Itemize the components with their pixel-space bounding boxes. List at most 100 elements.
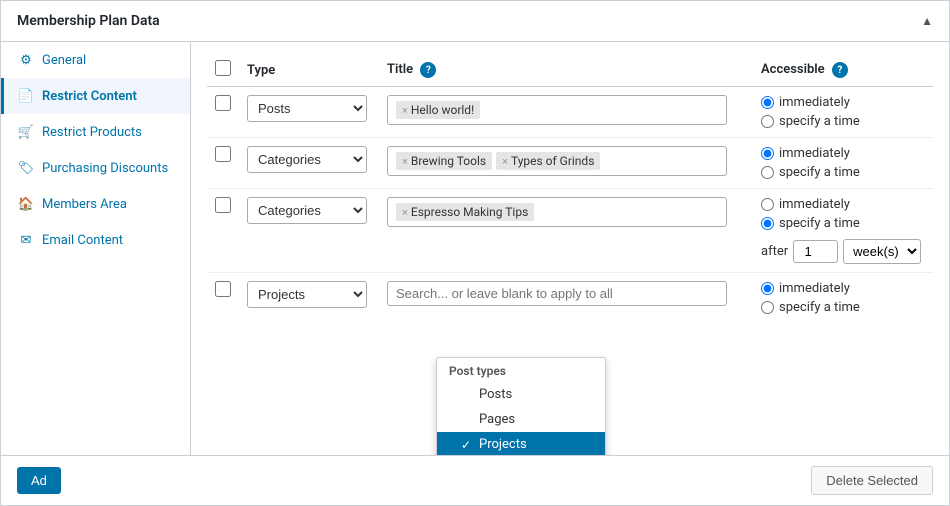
row3-tag-espresso-remove[interactable]: ×: [402, 206, 408, 219]
row1-tag-hello-world: × Hello world!: [396, 101, 480, 119]
gear-icon: ⚙: [18, 52, 34, 68]
row3-specify-radio[interactable]: [761, 217, 774, 230]
dropdown-item-posts-label: Posts: [479, 387, 512, 402]
restrict-content-table: Type Title ? Accessible ?: [207, 54, 933, 323]
row2-tag-brewing-tools: × Brewing Tools: [396, 152, 492, 170]
row3-immediately-text: immediately: [779, 197, 850, 212]
row3-after-unit-select[interactable]: week(s): [843, 239, 921, 264]
row2-immediately-text: immediately: [779, 146, 850, 161]
dropdown-item-pages-label: Pages: [479, 412, 515, 427]
row3-checkbox[interactable]: [215, 197, 231, 213]
row1-tag-label: Hello world!: [411, 103, 474, 117]
main-content: Type Title ? Accessible ?: [191, 42, 949, 455]
row3-type-select[interactable]: Categories: [247, 197, 367, 224]
row3-tag-field[interactable]: × Espresso Making Tips: [387, 197, 727, 227]
row1-tag-remove[interactable]: ×: [402, 104, 408, 117]
row4-accessible-group: immediately specify a time: [761, 281, 925, 315]
row3-specify-label[interactable]: specify a time: [761, 216, 925, 231]
row4-specify-text: specify a time: [779, 300, 860, 315]
dropdown-item-pages[interactable]: Pages: [437, 407, 605, 432]
row1-specify-radio[interactable]: [761, 115, 774, 128]
dropdown-item-projects[interactable]: ✓ Projects: [437, 432, 605, 455]
row2-tag-brewing-remove[interactable]: ×: [402, 155, 408, 168]
sidebar-label-purchasing-discounts: Purchasing Discounts: [42, 161, 168, 176]
row2-tag-grinds-remove[interactable]: ×: [502, 155, 508, 168]
row4-search-input[interactable]: [387, 281, 727, 306]
sidebar-label-restrict-products: Restrict Products: [42, 125, 142, 140]
row3-after-input[interactable]: [793, 240, 838, 263]
sidebar-item-email-content[interactable]: ✉ Email Content: [1, 222, 190, 258]
row1-specify-label[interactable]: specify a time: [761, 114, 925, 129]
table-row: Projects immediately: [207, 273, 933, 324]
row1-type-select[interactable]: Posts: [247, 95, 367, 122]
row1-checkbox[interactable]: [215, 95, 231, 111]
tag-icon: 🏷: [18, 160, 34, 176]
row2-tag-brewing-label: Brewing Tools: [411, 154, 486, 168]
projects-checkmark: ✓: [461, 438, 473, 452]
row1-immediately-label[interactable]: immediately: [761, 95, 925, 110]
row3-tag-espresso: × Espresso Making Tips: [396, 203, 534, 221]
col-type-header: Type: [247, 63, 275, 78]
posts-checkmark: [461, 388, 473, 402]
dropdown-item-posts[interactable]: Posts: [437, 382, 605, 407]
sidebar-label-general: General: [42, 53, 86, 68]
title-help-icon[interactable]: ?: [420, 62, 436, 78]
dropdown-group-post-types: Post types: [437, 358, 605, 382]
type-dropdown-menu: Post types Posts Pages ✓ Projects Taxono…: [436, 357, 606, 455]
row2-immediately-radio[interactable]: [761, 147, 774, 160]
row2-checkbox[interactable]: [215, 146, 231, 162]
col-title-header: Title: [387, 62, 413, 77]
accessible-help-icon[interactable]: ?: [832, 62, 848, 78]
row2-tag-field[interactable]: × Brewing Tools × Types of Grinds: [387, 146, 727, 176]
panel-title: Membership Plan Data: [17, 13, 160, 29]
row2-type-select[interactable]: Categories: [247, 146, 367, 173]
row4-immediately-text: immediately: [779, 281, 850, 296]
row2-accessible-group: immediately specify a time: [761, 146, 925, 180]
table-row: Categories × Brewing Tools ×: [207, 138, 933, 189]
cart-icon: 🛒: [18, 124, 34, 140]
sidebar-item-restrict-products[interactable]: 🛒 Restrict Products: [1, 114, 190, 150]
row3-after-label: after: [761, 244, 788, 259]
home-icon: 🏠: [18, 196, 34, 212]
row4-specify-label[interactable]: specify a time: [761, 300, 925, 315]
row4-checkbox[interactable]: [215, 281, 231, 297]
sidebar-item-purchasing-discounts[interactable]: 🏷 Purchasing Discounts: [1, 150, 190, 186]
row1-accessible-group: immediately specify a time: [761, 95, 925, 129]
table-row: Categories × Espresso Making Tips: [207, 189, 933, 273]
collapse-icon[interactable]: ▲: [921, 14, 933, 28]
row3-accessible-group: immediately specify a time after: [761, 197, 925, 264]
table-row: Posts × Hello world!: [207, 87, 933, 138]
row1-immediately-radio[interactable]: [761, 96, 774, 109]
row2-specify-radio[interactable]: [761, 166, 774, 179]
panel-header: Membership Plan Data ▲: [1, 1, 949, 42]
sidebar-item-members-area[interactable]: 🏠 Members Area: [1, 186, 190, 222]
dropdown-item-projects-label: Projects: [479, 437, 527, 452]
select-all-checkbox[interactable]: [215, 60, 231, 76]
row4-immediately-label[interactable]: immediately: [761, 281, 925, 296]
row4-type-select[interactable]: Projects: [247, 281, 367, 308]
row2-tag-grinds-label: Types of Grinds: [511, 154, 594, 168]
delete-selected-button[interactable]: Delete Selected: [811, 466, 933, 495]
row2-immediately-label[interactable]: immediately: [761, 146, 925, 161]
row2-tag-types-of-grinds: × Types of Grinds: [496, 152, 600, 170]
row4-specify-radio[interactable]: [761, 301, 774, 314]
sidebar-label-members-area: Members Area: [42, 197, 127, 212]
sidebar-label-email-content: Email Content: [42, 233, 123, 248]
row3-specify-text: specify a time: [779, 216, 860, 231]
row3-immediately-radio[interactable]: [761, 198, 774, 211]
sidebar-item-restrict-content[interactable]: 📄 Restrict Content: [1, 78, 190, 114]
row1-specify-text: specify a time: [779, 114, 860, 129]
col-accessible-header: Accessible: [761, 62, 825, 77]
row3-tag-espresso-label: Espresso Making Tips: [411, 205, 528, 219]
row2-specify-label[interactable]: specify a time: [761, 165, 925, 180]
add-button[interactable]: Ad: [17, 467, 61, 494]
sidebar-item-general[interactable]: ⚙ General: [1, 42, 190, 78]
row3-after-row: after week(s): [761, 239, 925, 264]
bottom-bar: Ad Delete Selected: [1, 455, 949, 505]
email-icon: ✉: [18, 232, 34, 248]
row3-immediately-label[interactable]: immediately: [761, 197, 925, 212]
row4-immediately-radio[interactable]: [761, 282, 774, 295]
row1-tag-field[interactable]: × Hello world!: [387, 95, 727, 125]
sidebar-label-restrict-content: Restrict Content: [42, 89, 137, 104]
document-icon: 📄: [18, 88, 34, 104]
